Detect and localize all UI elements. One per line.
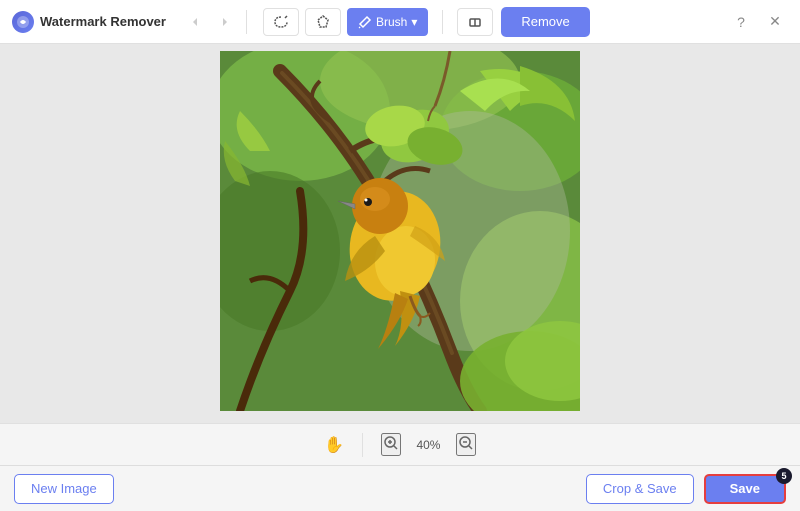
zoom-in-button[interactable] <box>381 433 401 456</box>
zoom-out-button[interactable] <box>456 433 476 456</box>
right-actions: Crop & Save Save 5 <box>586 474 786 504</box>
zoom-bar: ✋ 40% <box>0 423 800 465</box>
window-controls: ? ✕ <box>728 9 788 35</box>
title-bar: Watermark Remover <box>0 0 800 44</box>
app-logo-icon <box>12 11 34 33</box>
canvas-area <box>0 44 800 423</box>
crop-save-button[interactable]: Crop & Save <box>586 474 694 504</box>
brush-tool-label: Brush <box>376 15 407 29</box>
help-button[interactable]: ? <box>728 9 754 35</box>
new-image-button[interactable]: New Image <box>14 474 114 504</box>
app-title: Watermark Remover <box>40 14 166 29</box>
remove-button[interactable]: Remove <box>501 7 589 37</box>
app-logo: Watermark Remover <box>12 11 166 33</box>
save-button[interactable]: Save 5 <box>704 474 786 504</box>
polygon-tool-button[interactable] <box>305 8 341 36</box>
brush-dropdown-icon: ▾ <box>411 15 417 29</box>
toolbar-divider-2 <box>442 10 443 34</box>
action-bar: New Image Crop & Save Save 5 <box>0 465 800 511</box>
lasso-tool-button[interactable] <box>263 8 299 36</box>
close-button[interactable]: ✕ <box>762 9 788 35</box>
back-button[interactable] <box>182 9 208 35</box>
save-badge: 5 <box>776 468 792 484</box>
forward-button[interactable] <box>212 9 238 35</box>
tool-buttons: Brush ▾ <box>263 8 493 36</box>
main-image <box>220 51 580 411</box>
zoom-value: 40% <box>411 438 446 452</box>
brush-tool-button[interactable]: Brush ▾ <box>347 8 428 36</box>
hand-tool-icon[interactable]: ✋ <box>324 435 344 455</box>
nav-buttons <box>182 9 238 35</box>
image-container[interactable] <box>220 51 580 416</box>
zoom-divider <box>362 433 363 457</box>
toolbar-divider-1 <box>246 10 247 34</box>
eraser-tool-button[interactable] <box>457 8 493 36</box>
